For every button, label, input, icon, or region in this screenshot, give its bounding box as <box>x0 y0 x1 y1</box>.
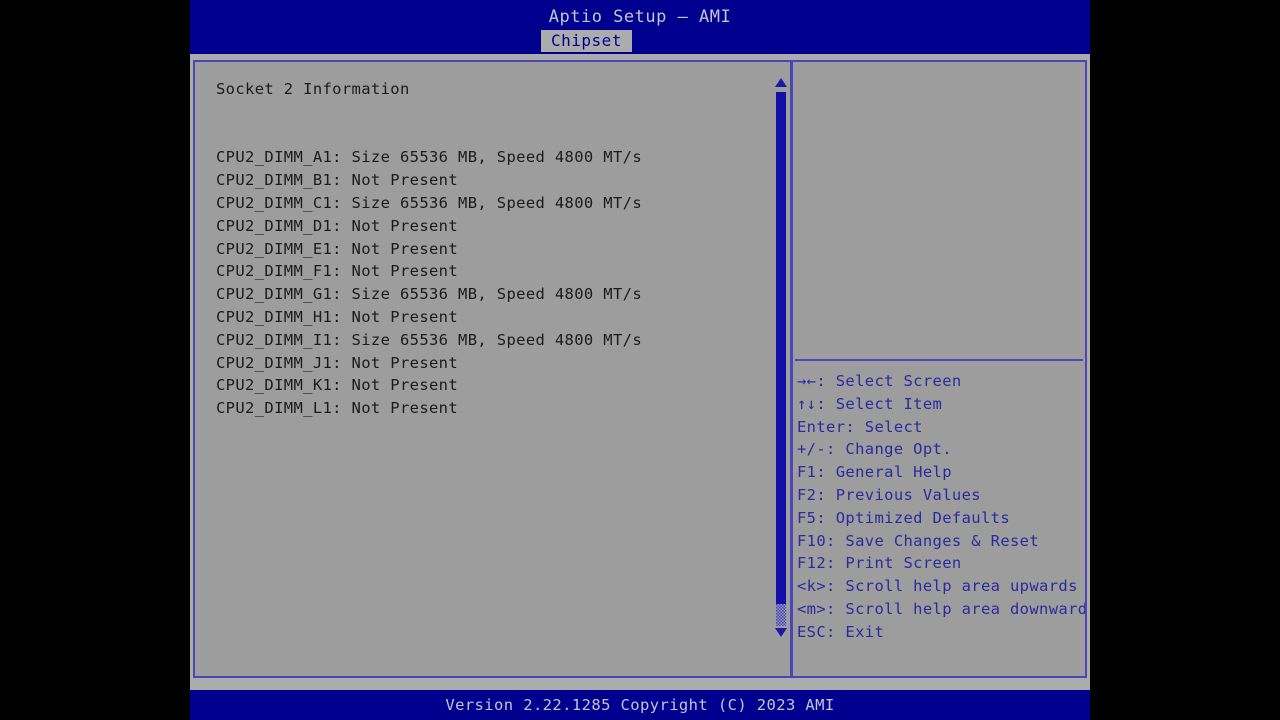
help-key-esc-exit: ESC: Exit <box>797 622 885 641</box>
title-bar: Aptio Setup – AMI Chipset <box>190 0 1090 54</box>
dimm-row-h1[interactable]: CPU2_DIMM_H1: Not Present <box>216 306 776 329</box>
triangle-down-icon[interactable] <box>775 628 787 640</box>
dimm-row-a1[interactable]: CPU2_DIMM_A1: Size 65536 MB, Speed 4800 … <box>216 146 776 169</box>
status-bar: Version 2.22.1285 Copyright (C) 2023 AMI <box>190 690 1090 720</box>
help-key-scroll-up: <k>: Scroll help area upwards <box>797 577 1078 596</box>
help-key-legend: →←: Select Screen ↑↓: Select Item Enter:… <box>797 370 1085 644</box>
bios-setup-screen: Aptio Setup – AMI Chipset Socket 2 Infor… <box>190 0 1090 720</box>
tab-chipset[interactable]: Chipset <box>541 30 632 52</box>
help-key-enter-select: Enter: Select <box>797 417 923 436</box>
content-panel: Socket 2 Information CPU2_DIMM_A1: Size … <box>195 62 790 676</box>
panels-container: Socket 2 Information CPU2_DIMM_A1: Size … <box>193 60 1087 678</box>
dimm-row-g1[interactable]: CPU2_DIMM_G1: Size 65536 MB, Speed 4800 … <box>216 283 776 306</box>
scrollbar-track[interactable] <box>776 604 786 626</box>
scrollbar-thumb[interactable] <box>776 92 786 604</box>
dimm-row-c1[interactable]: CPU2_DIMM_C1: Size 65536 MB, Speed 4800 … <box>216 192 776 215</box>
section-heading: Socket 2 Information <box>216 80 410 98</box>
dimm-row-e1[interactable]: CPU2_DIMM_E1: Not Present <box>216 238 776 261</box>
version-copyright-text: Version 2.22.1285 Copyright (C) 2023 AMI <box>445 696 835 714</box>
horizontal-divider <box>795 359 1083 361</box>
help-key-f1-general-help: F1: General Help <box>797 463 952 482</box>
spacer-row <box>216 124 776 147</box>
dimm-row-d1[interactable]: CPU2_DIMM_D1: Not Present <box>216 215 776 238</box>
dimm-row-i1[interactable]: CPU2_DIMM_I1: Size 65536 MB, Speed 4800 … <box>216 329 776 352</box>
help-description <box>793 62 1085 359</box>
dimm-row-l1[interactable]: CPU2_DIMM_L1: Not Present <box>216 397 776 420</box>
page-title: Aptio Setup – AMI <box>548 7 732 27</box>
content-scrollbar[interactable] <box>773 62 789 676</box>
socket-info-list: Socket 2 Information CPU2_DIMM_A1: Size … <box>216 78 776 420</box>
help-key-f10-save-changes-reset: F10: Save Changes & Reset <box>797 531 1040 550</box>
dimm-row-j1[interactable]: CPU2_DIMM_J1: Not Present <box>216 352 776 375</box>
dimm-row-k1[interactable]: CPU2_DIMM_K1: Not Present <box>216 374 776 397</box>
dimm-row-f1[interactable]: CPU2_DIMM_F1: Not Present <box>216 260 776 283</box>
help-key-f2-previous-values: F2: Previous Values <box>797 485 981 504</box>
help-key-f5-optimized-defaults: F5: Optimized Defaults <box>797 508 1010 527</box>
help-key-select-screen: →←: Select Screen <box>797 372 962 390</box>
help-key-change-opt: +/-: Change Opt. <box>797 440 952 459</box>
dimm-row-b1[interactable]: CPU2_DIMM_B1: Not Present <box>216 169 776 192</box>
help-key-select-item: ↑↓: Select Item <box>797 394 943 413</box>
menu-tab-bar: Chipset <box>190 30 1090 52</box>
help-panel: →←: Select Screen ↑↓: Select Item Enter:… <box>793 62 1085 676</box>
help-key-scroll-down: <m>: Scroll help area downwards <box>797 599 1085 618</box>
help-key-f12-print-screen: F12: Print Screen <box>797 554 962 573</box>
body-frame: Socket 2 Information CPU2_DIMM_A1: Size … <box>190 54 1090 690</box>
triangle-up-icon[interactable] <box>775 78 787 90</box>
spacer-row <box>216 101 776 124</box>
